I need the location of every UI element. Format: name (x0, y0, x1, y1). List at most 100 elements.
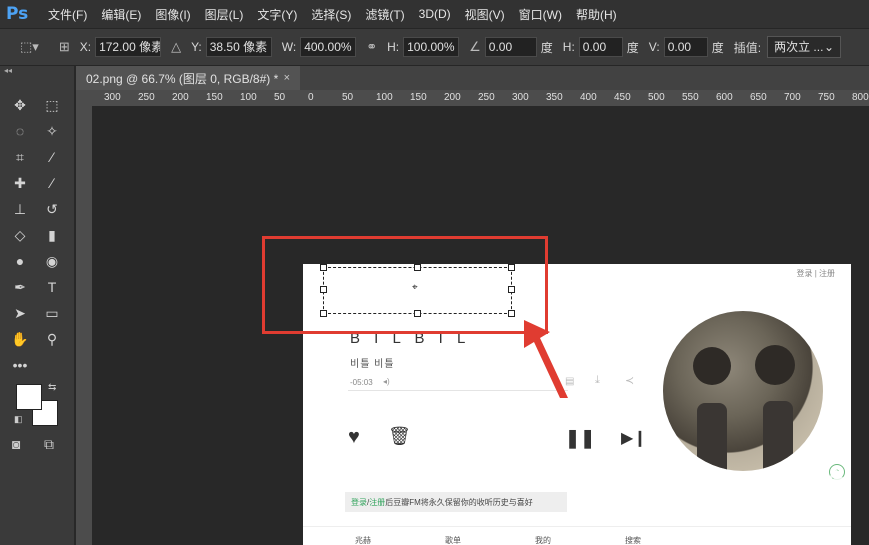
ruler-tick-label: 200 (444, 92, 461, 103)
dodge-tool-icon[interactable]: ◉ (36, 248, 68, 274)
interp-select[interactable]: 两次立 ... ⌄ (767, 36, 842, 58)
ruler-tick-label: 200 (172, 92, 189, 103)
pen-tool-icon[interactable]: ✒ (4, 274, 36, 300)
notice-login: 登录 (351, 497, 367, 507)
next-icon: ▶❙ (621, 430, 647, 447)
shape-tool-icon[interactable]: ▭ (36, 300, 68, 326)
chevron-down-icon: ⌄ (824, 40, 835, 54)
ruler-tick-label: 700 (784, 92, 801, 103)
angle-icon: ∠ (469, 39, 481, 54)
ruler-tick-label: 500 (648, 92, 665, 103)
width-field[interactable]: 400.00% (300, 37, 357, 57)
crop-tool-icon[interactable]: ⌗ (4, 144, 36, 170)
magic-wand-icon[interactable]: ✧ (36, 118, 68, 144)
collapse-panel-icon[interactable]: ◂◂ (4, 66, 12, 75)
y-label: Y: (191, 40, 202, 54)
type-tool-icon[interactable]: T (36, 274, 68, 300)
menu-image[interactable]: 图像(I) (155, 6, 190, 23)
baidu-watermark-url: jingyan.baidu.com (700, 500, 805, 515)
path-select-icon[interactable]: ➤ (4, 300, 36, 326)
brush-tool-icon[interactable]: ∕ (36, 170, 68, 196)
ruler-tick-label: 250 (478, 92, 495, 103)
ruler-tick-label: 350 (546, 92, 563, 103)
vskew-label: V: (648, 40, 660, 54)
menu-filter[interactable]: 滤镜(T) (365, 6, 404, 23)
pause-icon: ❚❚ (565, 428, 596, 448)
tab-mine: 我的 (535, 536, 551, 545)
move-tool-icon[interactable]: ✥ (4, 92, 36, 118)
tab-search: 搜索 (625, 536, 641, 545)
ruler-tick-label: 300 (104, 92, 121, 103)
foreground-color[interactable] (16, 384, 42, 410)
delta-icon[interactable]: △ (171, 39, 181, 55)
clone-stamp-icon[interactable]: ⊥ (4, 196, 36, 222)
ruler-tick-label: 300 (512, 92, 529, 103)
interp-label: 插值: (733, 40, 762, 55)
ruler-tick-label: 400 (580, 92, 597, 103)
height-field[interactable]: 100.00% (403, 37, 460, 57)
menu-window[interactable]: 窗口(W) (519, 6, 562, 23)
toolbar: ✥ ⬚ ◌ ✧ ⌗ ⁄ ✚ ∕ ⊥ ↺ ◇ ▮ ● ◉ ✒ T ➤ ▭ ✋ ⚲ ••• (4, 92, 68, 378)
horizontal-ruler: 300 250 200 150 100 50 0 50 100 150 200 250 300 350 40… (92, 90, 869, 107)
menu-file[interactable]: 文件(F) (48, 6, 87, 23)
ruler-tick-label: 600 (716, 92, 733, 103)
interp-value: 两次立 ... (774, 40, 824, 54)
tab-playlist: 歌单 (445, 536, 461, 545)
menu-layer[interactable]: 图层(L) (205, 6, 244, 23)
menu-3d[interactable]: 3D(D) (419, 7, 451, 21)
vskew-field[interactable]: 0.00 (663, 37, 708, 57)
document-tab[interactable]: 02.png @ 66.7% (图层 0, RGB/8#) * × (76, 66, 300, 90)
ruler-corner (76, 90, 92, 106)
hand-tool-icon[interactable]: ✋ (4, 326, 36, 352)
angle-field[interactable]: 0.00 (484, 37, 537, 57)
more-tools-icon[interactable]: ••• (4, 352, 36, 378)
doc-bottom-tabs: 兆赫 歌单 我的 搜索 (303, 526, 851, 545)
ruler-tick-label: 250 (138, 92, 155, 103)
ruler-tick-label: 550 (682, 92, 699, 103)
screen-mode-icon[interactable]: ⧉ (44, 436, 54, 453)
heart-icon: ♥ (348, 426, 360, 448)
menu-bar: Ps 文件(F) 编辑(E) 图像(I) 图层(L) 文字(Y) 选择(S) 滤… (0, 0, 869, 28)
menu-type[interactable]: 文字(Y) (257, 6, 297, 23)
healing-brush-icon[interactable]: ✚ (4, 170, 36, 196)
close-icon[interactable]: × (284, 72, 290, 84)
ruler-tick-label: 800 (852, 92, 869, 103)
login-link: 登录 | 注册 (796, 269, 835, 278)
link-icon[interactable]: ⚭ (366, 39, 377, 55)
marquee-tool-icon[interactable]: ⬚ (36, 92, 68, 118)
album-cover (663, 311, 823, 471)
default-colors-icon[interactable]: ◧ (14, 414, 23, 425)
x-label: X: (79, 40, 92, 54)
vskew-unit: 度 (711, 40, 724, 55)
x-field[interactable]: 172.00 像素 (95, 37, 162, 57)
reference-point-icon[interactable]: ⊞ (59, 39, 70, 55)
tab-fm: 兆赫 (355, 536, 371, 545)
options-bar: ⬚▾ ⊞ X: 172.00 像素 △ Y: 38.50 像素 W: 400.0… (0, 28, 869, 66)
menu-help[interactable]: 帮助(H) (576, 6, 617, 23)
ruler-tick-label: 150 (410, 92, 427, 103)
lasso-tool-icon[interactable]: ◌ (4, 118, 36, 144)
ruler-tick-label: 150 (206, 92, 223, 103)
notice-text: 后豆瓣FM将永久保留你的收听历史与喜好 (385, 497, 533, 507)
blur-tool-icon[interactable]: ● (4, 248, 36, 274)
transform-tool-icon[interactable]: ⬚▾ (20, 39, 39, 55)
zoom-tool-icon[interactable]: ⚲ (36, 326, 68, 352)
eraser-tool-icon[interactable]: ◇ (4, 222, 36, 248)
eyedropper-icon[interactable]: ⁄ (36, 144, 68, 170)
swap-colors-icon[interactable]: ⇆ (48, 382, 56, 393)
color-swatches[interactable]: ⇆ ◧ (14, 380, 62, 428)
ruler-tick-label: 0 (308, 92, 314, 103)
y-field[interactable]: 38.50 像素 (205, 37, 272, 57)
hskew-field[interactable]: 0.00 (578, 37, 623, 57)
gradient-tool-icon[interactable]: ▮ (36, 222, 68, 248)
notice-register: 注册 (369, 497, 386, 507)
annotation-red-box (262, 236, 548, 334)
quick-mask-icon[interactable]: ◙ (12, 436, 20, 452)
menu-edit[interactable]: 编辑(E) (101, 6, 141, 23)
history-brush-icon[interactable]: ↺ (36, 196, 68, 222)
menu-view[interactable]: 视图(V) (465, 6, 505, 23)
menu-select[interactable]: 选择(S) (311, 6, 351, 23)
hskew-unit: 度 (626, 40, 639, 55)
ruler-tick-label: 100 (376, 92, 393, 103)
ruler-tick-label: 50 (342, 92, 354, 103)
